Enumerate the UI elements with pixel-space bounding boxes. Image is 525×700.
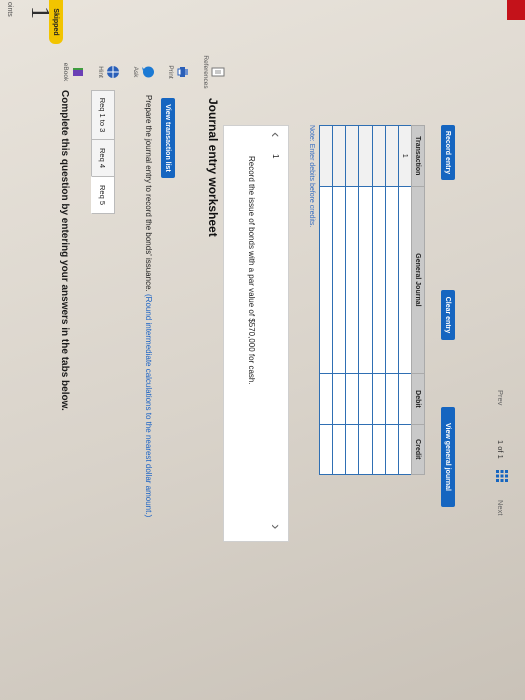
credit-cell[interactable]: [358, 424, 373, 475]
view-general-journal-button[interactable]: View general journal: [441, 407, 455, 507]
prev-link[interactable]: Prev: [496, 390, 505, 405]
account-cell[interactable]: [319, 186, 333, 374]
credit-cell[interactable]: [398, 424, 412, 475]
transaction-panel: ‹ 1 Record the issue of bonds with a par…: [223, 125, 289, 542]
credit-cell[interactable]: [372, 424, 386, 475]
transaction-description: Record the issue of bonds with a par val…: [247, 156, 256, 385]
tab-label: Req 4: [98, 147, 108, 168]
worksheet-title: Journal entry worksheet: [206, 98, 220, 237]
transaction-page-number: 1: [271, 154, 280, 159]
account-cell[interactable]: [332, 186, 346, 374]
debit-credit-note: Note: Enter debits before credits.: [308, 125, 315, 228]
tab-req-5[interactable]: Req 5: [91, 176, 115, 214]
column-credit: Credit: [411, 424, 425, 475]
table-row: [358, 125, 373, 475]
debit-cell[interactable]: [372, 373, 386, 425]
account-cell[interactable]: [398, 186, 412, 374]
print-tool[interactable]: Print: [167, 52, 190, 92]
points-label: oints: [6, 2, 13, 17]
column-transaction: Transaction: [411, 125, 425, 187]
transaction-cell: [385, 125, 399, 187]
grid-icon[interactable]: [494, 470, 508, 482]
globe-icon: [106, 65, 120, 79]
transaction-cell: [358, 125, 373, 187]
chevron-left-icon[interactable]: ‹: [266, 132, 284, 137]
transaction-cell: [332, 125, 346, 187]
instructions: Prepare the journal entry to record the …: [144, 95, 153, 517]
print-label: Print: [167, 65, 174, 79]
table-row: [319, 125, 333, 475]
skipped-badge: Skipped: [49, 0, 63, 44]
instruction-text: Prepare the journal entry to record the …: [144, 95, 153, 292]
ebook-tool[interactable]: eBook: [62, 52, 85, 92]
references-tool[interactable]: References: [202, 52, 225, 92]
hint-label: Hint: [97, 66, 104, 78]
column-debit: Debit: [411, 373, 425, 425]
ask-label: Ask: [132, 66, 139, 78]
debit-cell[interactable]: [345, 373, 359, 425]
document-icon: [211, 65, 225, 79]
account-cell[interactable]: [345, 186, 359, 374]
account-cell[interactable]: [358, 186, 373, 374]
references-label: References: [202, 55, 209, 89]
next-link[interactable]: Next: [496, 500, 505, 515]
chevron-right-icon[interactable]: ›: [266, 524, 284, 529]
book-icon: [71, 65, 85, 79]
table-row: [332, 125, 346, 475]
table-row: [345, 125, 359, 475]
credit-cell[interactable]: [385, 424, 399, 475]
table-header-row: Transaction General Journal Debit Credit: [411, 125, 425, 475]
table-row: 1: [398, 125, 412, 475]
view-transaction-list-button[interactable]: View transaction list: [161, 98, 175, 178]
debit-cell[interactable]: [332, 373, 346, 425]
hint-tool[interactable]: Hint: [97, 52, 120, 92]
journal-table: Transaction General Journal Debit Credit…: [319, 125, 425, 475]
account-cell[interactable]: [385, 186, 399, 374]
clear-entry-button[interactable]: Clear entry: [441, 290, 455, 340]
tab-label: Req 1 to 3: [98, 97, 108, 133]
page-position: 1 of 1: [496, 440, 505, 459]
transaction-cell: [345, 125, 359, 187]
tab-req-1-to-3[interactable]: Req 1 to 3: [91, 90, 115, 140]
transaction-cell: [319, 125, 333, 187]
printer-icon: [176, 65, 190, 79]
credit-cell[interactable]: [332, 424, 346, 475]
table-row: [385, 125, 399, 475]
record-entry-button[interactable]: Record entry: [441, 125, 455, 180]
debit-cell[interactable]: [319, 373, 333, 425]
rounding-note: (Round intermediate calculations to the …: [144, 294, 153, 518]
ask-tool[interactable]: Ask: [132, 52, 155, 92]
question-title: Complete this question by entering your …: [59, 90, 70, 411]
chat-bubble-icon: [141, 65, 155, 79]
column-general-journal: General Journal: [411, 186, 425, 374]
debit-cell[interactable]: [385, 373, 399, 425]
debit-cell[interactable]: [358, 373, 373, 425]
rotated-screen: 1 oints Skipped eBook Hint Ask Print Ref…: [0, 0, 525, 700]
table-row: [372, 125, 386, 475]
logo: [507, 0, 525, 20]
debit-cell[interactable]: [398, 373, 412, 425]
credit-cell[interactable]: [319, 424, 333, 475]
credit-cell[interactable]: [345, 424, 359, 475]
ebook-label: eBook: [62, 62, 69, 82]
tab-req-4[interactable]: Req 4: [91, 139, 115, 177]
transaction-cell: 1: [398, 125, 412, 187]
transaction-cell: [372, 125, 386, 187]
tab-label: Req 5: [98, 184, 108, 205]
account-cell[interactable]: [372, 186, 386, 374]
